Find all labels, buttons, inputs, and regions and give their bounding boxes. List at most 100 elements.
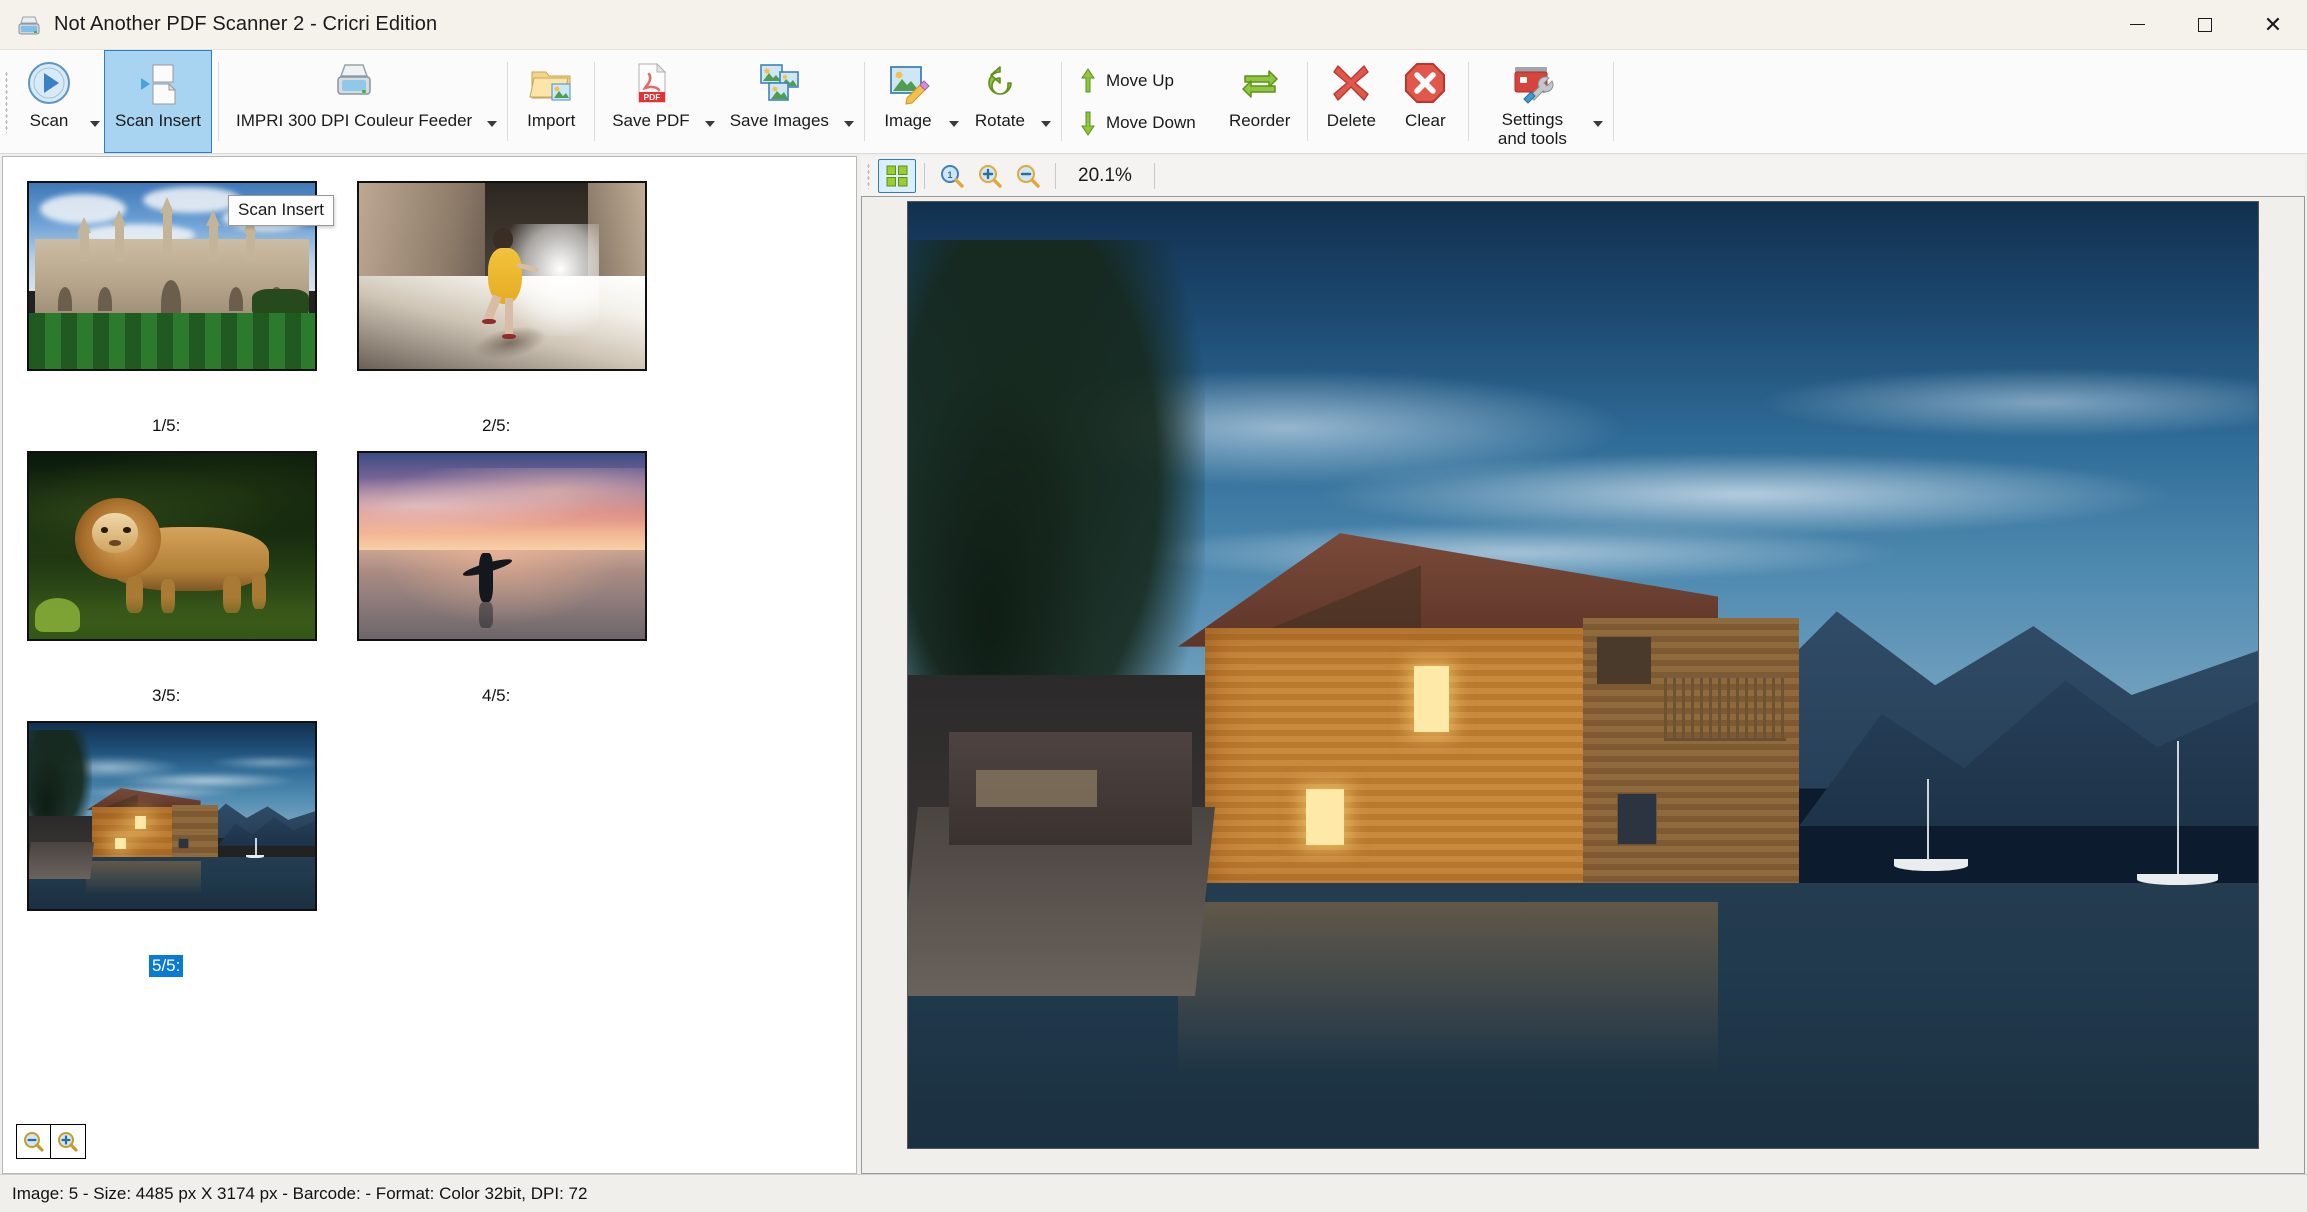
scan-button[interactable]: Scan <box>12 50 86 153</box>
maximize-icon <box>2198 17 2212 32</box>
zoom-out-button[interactable] <box>1009 159 1047 193</box>
ribbon-group-scan-insert: Scan Insert <box>104 50 212 153</box>
preview-toolbar: 1 20.1% <box>861 156 2305 196</box>
clear-label: Clear <box>1405 111 1446 130</box>
zoom-in-button[interactable] <box>971 159 1009 193</box>
preview-image[interactable] <box>907 201 2259 1149</box>
preview-toolbar-grip[interactable] <box>867 163 870 189</box>
main-body: 1/5: 2/5: 3/5: 4/5: 5/5: 1 20.1% <box>0 154 2307 1174</box>
thumbnail-zoom-out-button[interactable] <box>17 1125 51 1158</box>
preview-toolbar-separator <box>1055 163 1056 189</box>
thumbnail-image-2[interactable] <box>357 181 647 371</box>
ribbon-group-scan: Scan <box>12 50 104 153</box>
move-up-button[interactable]: Move Up <box>1080 67 1206 95</box>
image-dropdown-arrow[interactable] <box>945 50 963 153</box>
ribbon-group-clear: Clear <box>1388 50 1462 153</box>
clear-button[interactable]: Clear <box>1388 50 1462 153</box>
rotate-label: Rotate <box>974 111 1025 130</box>
import-button[interactable]: Import <box>514 50 588 153</box>
thumbnail-caption: 3/5: <box>152 686 181 705</box>
delete-label: Delete <box>1326 111 1376 130</box>
thumbnail-image-3[interactable] <box>27 451 317 641</box>
delete-button[interactable]: Delete <box>1314 50 1388 153</box>
application-window: Not Another PDF Scanner 2 - Cricri Editi… <box>0 0 2307 1212</box>
minimize-button[interactable] <box>2103 0 2171 50</box>
ribbon-separator <box>863 62 865 141</box>
thumbnail-item[interactable]: 3/5: <box>27 451 357 707</box>
rotate-button[interactable]: Rotate <box>963 50 1037 153</box>
thumbnail-caption: 4/5: <box>482 686 511 705</box>
ribbon-separator <box>1307 62 1309 141</box>
ribbon-separator <box>1468 62 1470 141</box>
ribbon-group-scanner-select: IMPRI 300 DPI Couleur Feeder <box>225 50 501 153</box>
preview-surface[interactable] <box>861 196 2305 1174</box>
thumbnail-item[interactable]: 4/5: <box>357 451 687 707</box>
save-images-label: Save Images <box>729 111 829 130</box>
scanner-icon <box>16 12 42 38</box>
pdf-file-icon: PDF <box>628 59 674 107</box>
images-stack-icon <box>756 59 802 107</box>
move-down-button[interactable]: Move Down <box>1080 109 1206 137</box>
reorder-button[interactable]: Reorder <box>1218 50 1301 153</box>
title-bar: Not Another PDF Scanner 2 - Cricri Editi… <box>0 0 2307 50</box>
save-images-button[interactable]: Save Images <box>719 50 840 153</box>
window-controls: ✕ <box>2103 0 2307 50</box>
thumbnail-panel[interactable]: 1/5: 2/5: 3/5: 4/5: 5/5: <box>2 156 857 1174</box>
ribbon-grip[interactable] <box>0 50 12 153</box>
thumbnail-zoom-in-button[interactable] <box>51 1125 85 1158</box>
rotate-icon <box>977 59 1023 107</box>
rotate-dropdown-arrow[interactable] <box>1037 50 1055 153</box>
save-pdf-button[interactable]: PDF Save PDF <box>601 50 700 153</box>
thumbnail-image-4[interactable] <box>357 451 647 641</box>
ribbon-group-rotate: Rotate <box>963 50 1055 153</box>
scan-insert-button[interactable]: Scan Insert <box>104 50 212 153</box>
thumbnail-caption: 1/5: <box>152 416 181 435</box>
scan-dropdown-arrow[interactable] <box>86 50 104 153</box>
close-button[interactable]: ✕ <box>2239 0 2307 50</box>
move-buttons-group: Move Up Move Down <box>1068 50 1218 153</box>
zoom-level-value[interactable]: 20.1% <box>1064 165 1146 187</box>
arrow-down-icon <box>1080 109 1096 137</box>
ribbon-group-save-pdf: PDF Save PDF <box>601 50 718 153</box>
move-up-label: Move Up <box>1105 70 1174 90</box>
tooltip: Scan Insert <box>228 195 334 226</box>
thumbnail-item[interactable]: 5/5: <box>27 721 357 977</box>
fit-to-window-button[interactable] <box>878 159 916 193</box>
image-button[interactable]: Image <box>871 50 945 153</box>
save-pdf-dropdown-arrow[interactable] <box>701 50 719 153</box>
scanner-icon <box>331 59 377 107</box>
stop-octagon-icon <box>1402 59 1448 107</box>
arrow-up-icon <box>1080 67 1096 95</box>
thumbnail-grid: 1/5: 2/5: 3/5: 4/5: 5/5: <box>3 157 856 991</box>
thumbnail-zoom-controls <box>16 1124 86 1159</box>
scanner-select-dropdown-arrow[interactable] <box>483 50 501 153</box>
status-text: Image: 5 - Size: 4485 px X 3174 px - Bar… <box>12 1183 588 1203</box>
thumbnail-caption: 5/5: <box>149 955 184 977</box>
scan-insert-label: Scan Insert <box>115 111 201 130</box>
thumbnail-caption: 2/5: <box>482 416 511 435</box>
ribbon-group-reorder: Reorder <box>1218 50 1301 153</box>
settings-dropdown-arrow[interactable] <box>1589 50 1607 153</box>
ribbon-group-settings: Settings and tools <box>1475 50 1607 153</box>
ribbon-group-save-images: Save Images <box>719 50 858 153</box>
ribbon-separator <box>594 62 596 141</box>
move-down-label: Move Down <box>1105 112 1196 132</box>
thumbnail-image-5[interactable] <box>27 721 317 911</box>
ribbon-toolbar: Scan Scan Insert IMPRI 300 DPI Couleur F… <box>0 50 2307 226</box>
folder-image-icon <box>528 59 574 107</box>
scanner-select-button[interactable]: IMPRI 300 DPI Couleur Feeder <box>225 50 483 153</box>
reorder-arrows-icon <box>1237 59 1283 107</box>
ribbon-group-image: Image <box>871 50 963 153</box>
ribbon-separator <box>507 62 509 141</box>
actual-size-button[interactable]: 1 <box>933 159 971 193</box>
image-label: Image <box>884 111 932 130</box>
thumbnail-item[interactable]: 2/5: <box>357 181 687 437</box>
save-images-dropdown-arrow[interactable] <box>840 50 858 153</box>
scan-label: Scan <box>29 111 69 130</box>
close-icon: ✕ <box>2263 11 2283 37</box>
ribbon-separator <box>1060 62 1062 141</box>
settings-and-tools-button[interactable]: Settings and tools <box>1475 50 1589 153</box>
maximize-button[interactable] <box>2171 0 2239 50</box>
status-bar: Image: 5 - Size: 4485 px X 3174 px - Bar… <box>0 1174 2307 1212</box>
red-x-icon <box>1328 59 1374 107</box>
